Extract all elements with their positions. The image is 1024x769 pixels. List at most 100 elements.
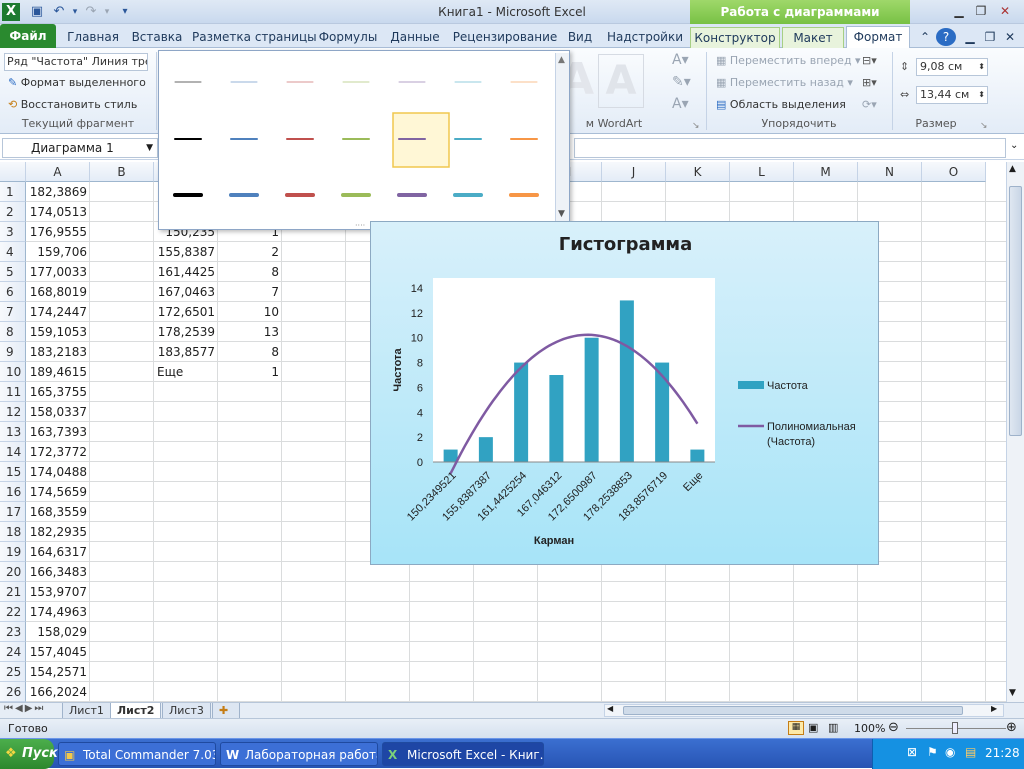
row-header[interactable]: 17 xyxy=(0,502,26,522)
column-header-m[interactable]: M xyxy=(794,162,858,182)
tab-data[interactable]: Данные xyxy=(386,27,444,48)
cell-a[interactable]: 174,2447 xyxy=(26,302,90,322)
bring-forward-button[interactable]: ▦ Переместить вперед ▾ xyxy=(716,54,861,67)
column-header-n[interactable]: N xyxy=(858,162,922,182)
row-header[interactable]: 22 xyxy=(0,602,26,622)
cell-d[interactable]: 8 xyxy=(218,342,282,362)
plot-area[interactable] xyxy=(433,278,715,462)
horizontal-scroll-thumb[interactable] xyxy=(623,706,963,715)
cell-a[interactable]: 172,3772 xyxy=(26,442,90,462)
row-header[interactable]: 7 xyxy=(0,302,26,322)
y-axis-title[interactable]: Частота xyxy=(392,348,404,392)
chart-legend[interactable]: Частота Полиномиальная (Частота) xyxy=(738,380,856,448)
row-header[interactable]: 11 xyxy=(0,382,26,402)
cell-a[interactable]: 153,9707 xyxy=(26,582,90,602)
row-header[interactable]: 21 xyxy=(0,582,26,602)
format-selection-button[interactable]: ✎ Формат выделенного xyxy=(8,76,146,89)
taskbar-excel[interactable]: X Microsoft Excel - Книг... xyxy=(382,742,544,766)
row-header[interactable]: 14 xyxy=(0,442,26,462)
zoom-in-icon[interactable]: ⊕ xyxy=(1006,720,1017,735)
cell-a[interactable]: 189,4615 xyxy=(26,362,90,382)
restore-icon[interactable]: ❐ xyxy=(972,3,990,19)
text-effects-icon[interactable]: A▾ xyxy=(672,96,689,112)
zoom-slider-thumb[interactable] xyxy=(952,722,958,734)
cell-d[interactable]: 7 xyxy=(218,282,282,302)
cell-a[interactable]: 182,2935 xyxy=(26,522,90,542)
height-spinner-icon[interactable]: ⬍ xyxy=(978,59,985,75)
row-header[interactable]: 16 xyxy=(0,482,26,502)
cell-c[interactable]: 178,2539 xyxy=(154,322,218,342)
cell-a[interactable]: 174,4963 xyxy=(26,602,90,622)
group-icon[interactable]: ⊞▾ xyxy=(862,76,877,89)
row-header[interactable]: 5 xyxy=(0,262,26,282)
wordart-style-preview-2[interactable]: A xyxy=(598,54,644,108)
tab-addins[interactable]: Надстройки xyxy=(604,27,686,48)
send-backward-button[interactable]: ▦ Переместить назад ▾ xyxy=(716,76,853,89)
row-header[interactable]: 6 xyxy=(0,282,26,302)
taskbar-total-commander[interactable]: ▣ Total Commander 7.03 - ... xyxy=(58,742,216,766)
volume-icon[interactable]: ◉ xyxy=(945,745,955,759)
reset-style-button[interactable]: ⟲ Восстановить стиль xyxy=(8,98,137,111)
select-all-corner[interactable] xyxy=(0,162,26,182)
gallery-scroll-up-icon[interactable]: ▲ xyxy=(558,55,565,65)
cell-a[interactable]: 174,0488 xyxy=(26,462,90,482)
cell-a[interactable]: 157,4045 xyxy=(26,642,90,662)
start-button[interactable]: ❖ Пуск xyxy=(0,739,58,769)
text-fill-icon[interactable]: A▾ xyxy=(672,52,689,68)
zoom-out-icon[interactable]: ⊖ xyxy=(888,720,899,735)
cell-a[interactable]: 174,0513 xyxy=(26,202,90,222)
taskbar-word[interactable]: W Лабораторная работа ... xyxy=(220,742,378,766)
cell-c[interactable]: Еще xyxy=(154,362,218,382)
tab-review[interactable]: Рецензирование xyxy=(452,27,558,48)
sheet-tab-2[interactable]: Лист2 xyxy=(110,703,162,719)
outline-style-swatch[interactable] xyxy=(392,112,450,168)
sheet-tab-1[interactable]: Лист1 xyxy=(62,703,111,719)
cell-a[interactable]: 166,3483 xyxy=(26,562,90,582)
row-header[interactable]: 12 xyxy=(0,402,26,422)
gallery-resize-grip-icon[interactable]: ···· xyxy=(355,221,365,230)
cell-a[interactable]: 159,1053 xyxy=(26,322,90,342)
histogram-chart[interactable]: Гистограмма 0 2 4 6 8 10 12 14 150,2349521 155,83… xyxy=(370,221,879,565)
row-header[interactable]: 9 xyxy=(0,342,26,362)
row-header[interactable]: 18 xyxy=(0,522,26,542)
scroll-down-icon[interactable]: ▼ xyxy=(1009,688,1016,698)
row-header[interactable]: 10 xyxy=(0,362,26,382)
cell-d[interactable]: 2 xyxy=(218,242,282,262)
shape-height-input[interactable]: 9,08 см ⬍ xyxy=(916,58,988,76)
cell-a[interactable]: 177,0033 xyxy=(26,262,90,282)
minimize-icon[interactable]: ▁ xyxy=(950,3,968,19)
histogram-bar[interactable] xyxy=(478,437,493,462)
wordart-dialog-launcher-icon[interactable]: ↘ xyxy=(692,121,700,131)
cell-a[interactable]: 182,3869 xyxy=(26,182,90,202)
tab-file[interactable]: Файл xyxy=(0,24,56,48)
cell-a[interactable]: 158,029 xyxy=(26,622,90,642)
row-header[interactable]: 2 xyxy=(0,202,26,222)
cell-d[interactable]: 10 xyxy=(218,302,282,322)
row-header[interactable]: 25 xyxy=(0,662,26,682)
network-icon[interactable]: ⊠ xyxy=(907,745,917,759)
cell-c[interactable]: 161,4425 xyxy=(154,262,218,282)
scroll-right-icon[interactable]: ▶ xyxy=(991,704,997,713)
row-header[interactable]: 24 xyxy=(0,642,26,662)
cell-a[interactable]: 174,5659 xyxy=(26,482,90,502)
scroll-up-icon[interactable]: ▲ xyxy=(1009,164,1016,174)
row-header[interactable]: 1 xyxy=(0,182,26,202)
close-icon[interactable]: ✕ xyxy=(996,3,1014,19)
cell-c[interactable]: 183,8577 xyxy=(154,342,218,362)
tab-layout[interactable]: Макет xyxy=(782,27,844,48)
column-header-k[interactable]: K xyxy=(666,162,730,182)
shape-width-input[interactable]: 13,44 см ⬍ xyxy=(916,86,988,104)
tab-design[interactable]: Конструктор xyxy=(690,27,780,48)
cell-c[interactable]: 155,8387 xyxy=(154,242,218,262)
cell-a[interactable]: 154,2571 xyxy=(26,662,90,682)
workbook-minimize-icon[interactable]: ▁ xyxy=(962,27,978,48)
vertical-scrollbar[interactable]: ▲ ▼ xyxy=(1006,162,1024,702)
row-header[interactable]: 19 xyxy=(0,542,26,562)
tab-formulas[interactable]: Формулы xyxy=(316,27,380,48)
scroll-left-icon[interactable]: ◀ xyxy=(607,704,613,713)
width-spinner-icon[interactable]: ⬍ xyxy=(978,87,985,103)
histogram-bar[interactable] xyxy=(549,375,564,462)
cell-a[interactable]: 168,3559 xyxy=(26,502,90,522)
row-header[interactable]: 4 xyxy=(0,242,26,262)
expand-formula-bar-icon[interactable]: ⌄ xyxy=(1010,140,1018,151)
